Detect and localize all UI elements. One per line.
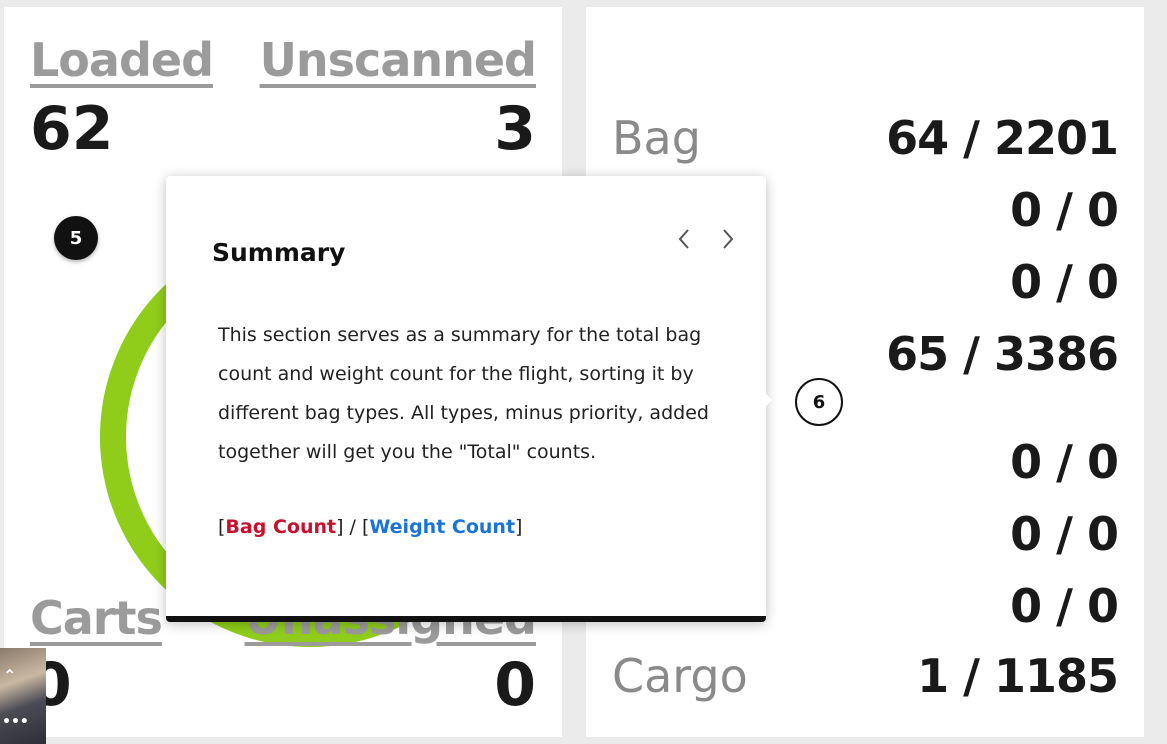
- legend-separator: ] / [: [336, 516, 370, 538]
- tooltip-title: Summary: [212, 238, 346, 267]
- tooltip-body: This section serves as a summary for the…: [218, 324, 709, 463]
- more-icon[interactable]: •••: [2, 714, 29, 730]
- video-thumbnail[interactable]: ⌃ •••: [0, 648, 46, 744]
- row-value-cargo: 1 / 1185: [917, 649, 1119, 703]
- legend-bag-count: Bag Count: [225, 516, 337, 538]
- legend-weight-count: Weight Count: [369, 516, 516, 538]
- row-label-bag: Bag: [612, 111, 701, 165]
- carts-label[interactable]: Carts: [30, 595, 163, 641]
- row-value-6: 0 / 0: [1010, 507, 1119, 561]
- row-value-bag: 64 / 2201: [886, 111, 1119, 165]
- legend-bracket-close: ]: [515, 516, 523, 538]
- tooltip-pointer: [762, 390, 772, 410]
- chevron-up-icon[interactable]: ⌃: [3, 666, 16, 685]
- row-label-cargo: Cargo: [612, 649, 748, 703]
- chevron-left-icon[interactable]: [669, 224, 699, 254]
- row-value-2: 0 / 0: [1010, 183, 1119, 237]
- unscanned-label[interactable]: Unscanned: [260, 37, 537, 83]
- row-value-5: 0 / 0: [1010, 435, 1119, 489]
- row-value-3: 0 / 0: [1010, 255, 1119, 309]
- unassigned-value: 0: [494, 650, 536, 720]
- row-value-4: 65 / 3386: [886, 327, 1119, 381]
- loaded-label[interactable]: Loaded: [30, 37, 214, 83]
- chevron-right-icon[interactable]: [713, 224, 743, 254]
- tour-step-badge-6[interactable]: 6: [795, 378, 843, 426]
- tour-tooltip: Summary This section serves as a summary…: [166, 176, 766, 622]
- row-value-7: 0 / 0: [1010, 579, 1119, 633]
- loaded-value: 62: [30, 94, 114, 164]
- unscanned-value: 3: [494, 94, 536, 164]
- tour-step-badge-5[interactable]: 5: [54, 216, 98, 260]
- tooltip-legend: [Bag Count] / [Weight Count]: [218, 516, 522, 538]
